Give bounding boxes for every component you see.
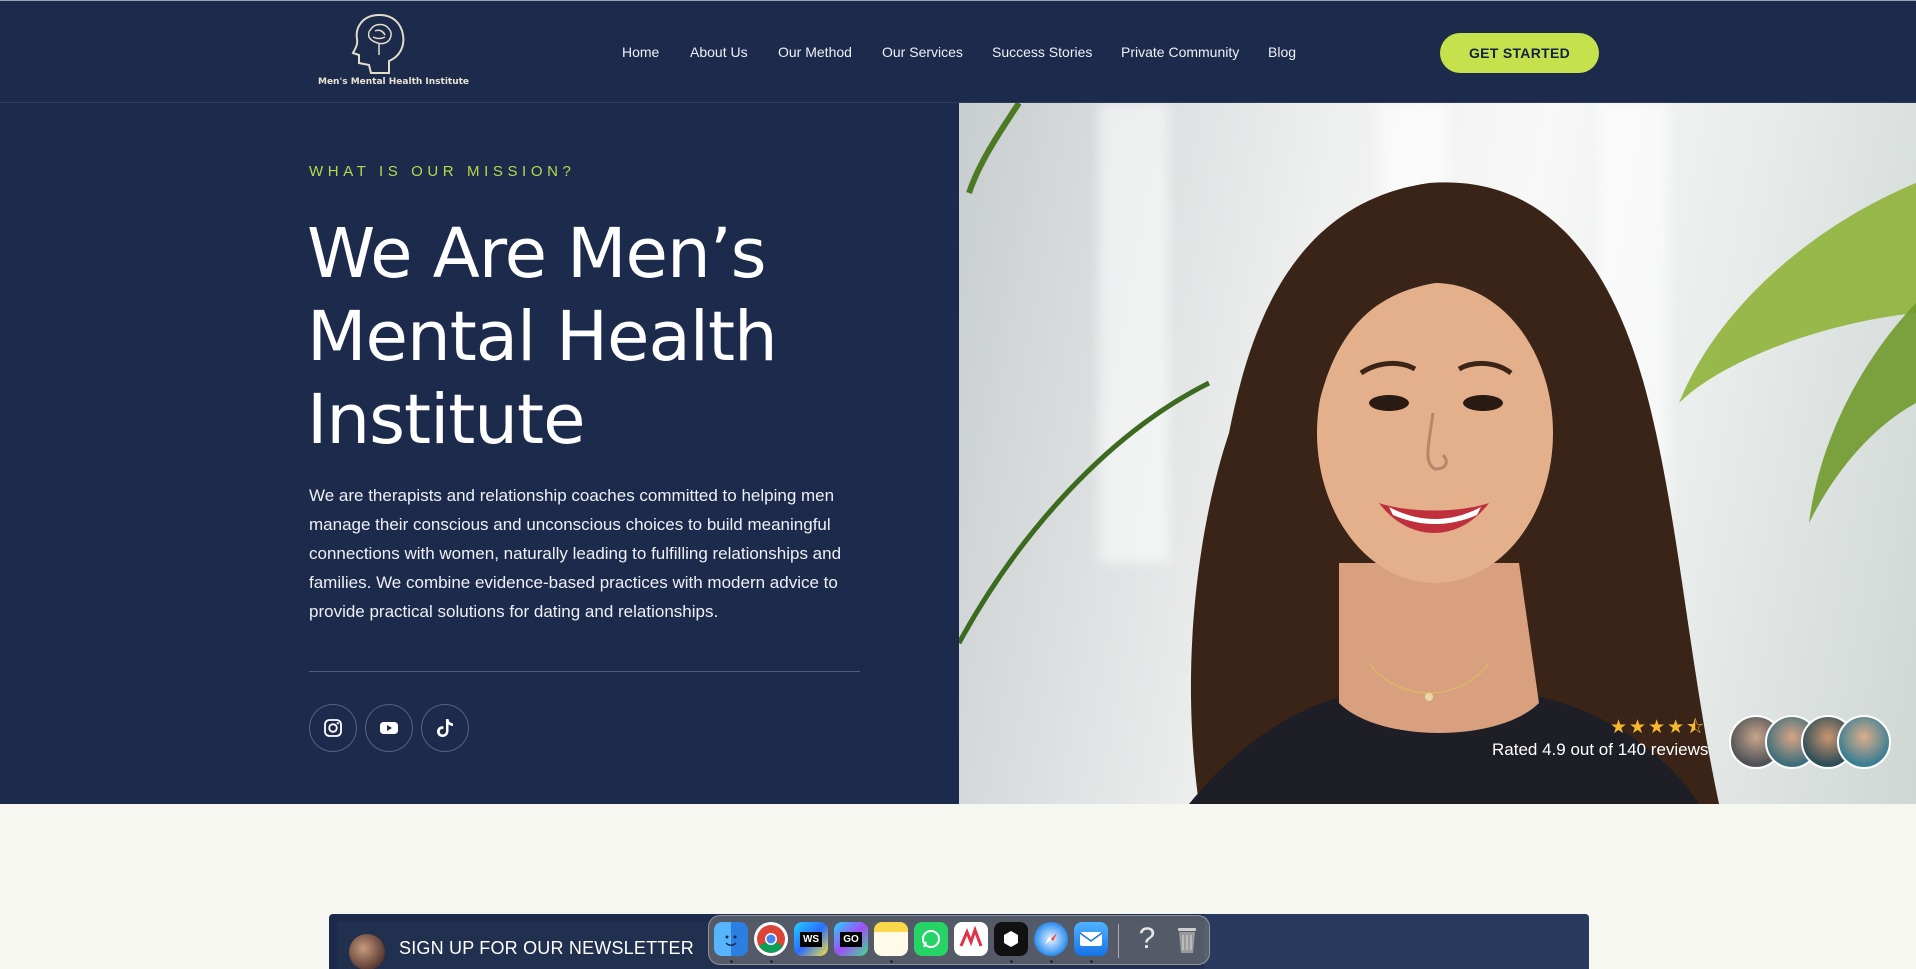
running-indicator xyxy=(1090,960,1093,963)
youtube-link[interactable] xyxy=(365,704,413,752)
nav-our-services[interactable]: Our Services xyxy=(882,44,963,60)
safari-icon[interactable] xyxy=(1034,922,1068,956)
nav-blog[interactable]: Blog xyxy=(1268,44,1296,60)
hero-title-line: Institute xyxy=(307,380,586,460)
hero-title: We Are Men’s Mental Health Institute xyxy=(307,213,867,462)
nav-home[interactable]: Home xyxy=(622,44,659,60)
help-icon[interactable]: ? xyxy=(1130,922,1164,956)
hero-title-line: We Are Men’s xyxy=(307,214,767,294)
get-started-button[interactable]: GET STARTED xyxy=(1440,33,1599,73)
instagram-icon xyxy=(324,719,342,737)
hero-photo: ★★★★⯪ Rated 4.9 out of 140 reviews xyxy=(959,103,1916,804)
hero-description: We are therapists and relationship coach… xyxy=(309,486,842,621)
webstorm-label: WS xyxy=(799,931,823,947)
newsletter-label: SIGN UP FOR OUR NEWSLETTER xyxy=(399,938,694,958)
main-nav: Home About Us Our Method Our Services Su… xyxy=(0,1,1916,103)
dock-separator xyxy=(1118,924,1119,958)
running-indicator xyxy=(890,960,893,963)
youtube-icon xyxy=(380,722,398,734)
app-icon[interactable] xyxy=(954,922,988,956)
hero-eyebrow: WHAT IS OUR MISSION? xyxy=(309,163,576,180)
webstorm-icon[interactable]: WS xyxy=(794,922,828,956)
avatar xyxy=(1837,715,1891,769)
nav-about-us[interactable]: About Us xyxy=(690,44,748,60)
chrome-icon[interactable] xyxy=(754,922,788,956)
running-indicator xyxy=(1050,960,1053,963)
goland-icon[interactable]: GO xyxy=(834,922,868,956)
app-icon-dark[interactable] xyxy=(994,922,1028,956)
site-header: Men's Mental Health Institute Home About… xyxy=(0,0,1916,103)
notes-icon[interactable] xyxy=(874,922,908,956)
newsletter-avatar xyxy=(349,934,385,969)
hero-divider xyxy=(309,671,860,672)
woman-portrait-image xyxy=(959,103,1916,804)
rating-text: Rated 4.9 out of 140 reviews xyxy=(1492,740,1709,759)
macos-dock: WS GO ? xyxy=(708,915,1210,965)
trash-icon[interactable] xyxy=(1170,922,1204,956)
hero-title-line: Mental Health xyxy=(307,297,778,377)
hero-section: WHAT IS OUR MISSION? We Are Men’s Mental… xyxy=(0,103,959,804)
tiktok-icon xyxy=(437,719,453,737)
running-indicator xyxy=(770,960,773,963)
newsletter-image xyxy=(1204,914,1589,969)
nav-our-method[interactable]: Our Method xyxy=(778,44,852,60)
instagram-link[interactable] xyxy=(309,704,357,752)
nav-success-stories[interactable]: Success Stories xyxy=(992,44,1092,60)
reviewer-avatars xyxy=(1729,715,1899,769)
goland-label: GO xyxy=(840,931,862,947)
finder-icon[interactable] xyxy=(714,922,748,956)
running-indicator xyxy=(1010,960,1013,963)
running-indicator xyxy=(730,960,733,963)
tiktok-link[interactable] xyxy=(421,704,469,752)
mail-icon[interactable] xyxy=(1074,922,1108,956)
nav-private-community[interactable]: Private Community xyxy=(1121,44,1239,60)
whatsapp-icon[interactable] xyxy=(914,922,948,956)
